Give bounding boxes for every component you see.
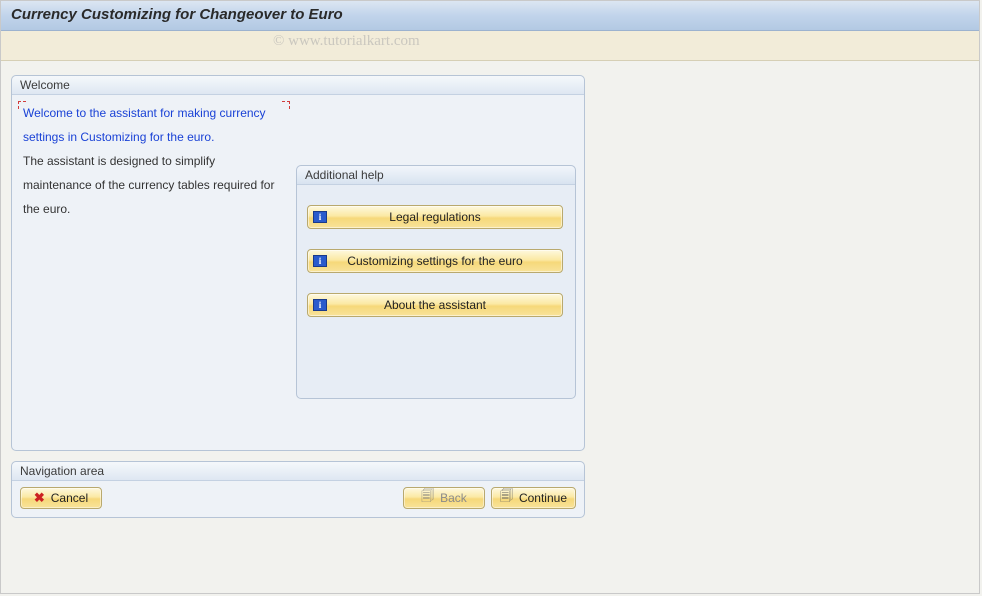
welcome-groupbox: Welcome Welcome to the assistant for mak…: [11, 75, 585, 451]
info-icon: i: [312, 254, 328, 268]
title-bar: Currency Customizing for Changeover to E…: [1, 1, 979, 31]
selection-corner-tr-icon: [282, 101, 290, 109]
cancel-label: Cancel: [51, 491, 88, 505]
page-title: Currency Customizing for Changeover to E…: [11, 6, 969, 23]
welcome-body: Welcome to the assistant for making curr…: [12, 95, 584, 405]
back-page-icon: 🗐: [421, 487, 434, 509]
about-assistant-button[interactable]: i About the assistant: [307, 293, 563, 317]
back-button: 🗐 Back: [403, 487, 485, 509]
customizing-settings-label: Customizing settings for the euro: [347, 254, 522, 268]
additional-help-title: Additional help: [297, 166, 575, 185]
legal-regulations-button[interactable]: i Legal regulations: [307, 205, 563, 229]
navigation-body: ✖ Cancel 🗐 Back 🗐 Continue: [12, 481, 584, 517]
content-area: Welcome Welcome to the assistant for mak…: [1, 61, 979, 518]
welcome-intro-rest: The assistant is designed to simplify ma…: [23, 154, 274, 216]
legal-regulations-label: Legal regulations: [389, 210, 480, 224]
cancel-icon: ✖: [34, 490, 45, 506]
info-icon: i: [312, 210, 328, 224]
navigation-groupbox: Navigation area ✖ Cancel 🗐 Back 🗐 Contin…: [11, 461, 585, 518]
selection-corner-tl-icon: [18, 101, 26, 109]
navigation-right-group: 🗐 Back 🗐 Continue: [403, 487, 576, 509]
additional-help-buttons: i Legal regulations i Customizing settin…: [297, 185, 575, 327]
navigation-title: Navigation area: [12, 462, 584, 481]
info-icon: i: [312, 298, 328, 312]
customizing-settings-button[interactable]: i Customizing settings for the euro: [307, 249, 563, 273]
welcome-text: Welcome to the assistant for making curr…: [18, 101, 296, 399]
application-toolbar: [1, 31, 979, 61]
continue-button[interactable]: 🗐 Continue: [491, 487, 576, 509]
back-label: Back: [440, 491, 467, 505]
welcome-intro-highlight: Welcome to the assistant for making curr…: [23, 106, 266, 144]
window-frame: Currency Customizing for Changeover to E…: [0, 0, 980, 594]
welcome-groupbox-title: Welcome: [12, 76, 584, 95]
continue-page-icon: 🗐: [500, 487, 513, 509]
continue-label: Continue: [519, 491, 567, 505]
cancel-button[interactable]: ✖ Cancel: [20, 487, 102, 509]
about-assistant-label: About the assistant: [384, 298, 486, 312]
additional-help-groupbox: Additional help i Legal regulations i Cu…: [296, 165, 576, 399]
